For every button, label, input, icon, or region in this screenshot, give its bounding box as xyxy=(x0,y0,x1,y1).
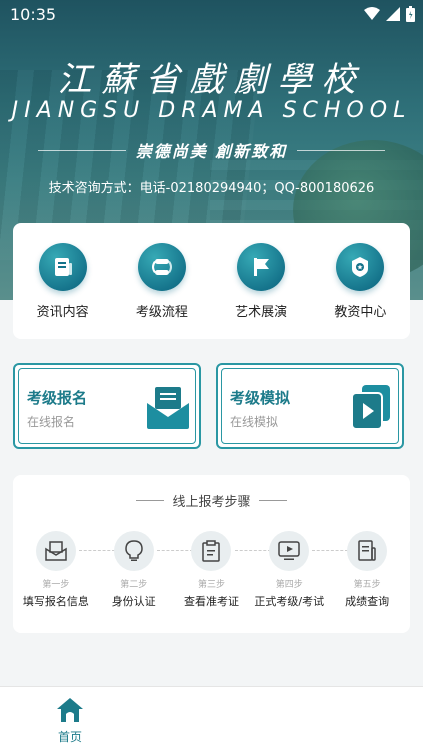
quick-item-label: 艺术展演 xyxy=(235,304,288,320)
divider xyxy=(136,500,165,501)
card-subtitle: 在线报名 xyxy=(27,415,76,429)
steps-title: 线上报考步骤 xyxy=(172,495,251,510)
contact-info: 技术咨询方式：电话-02180294940；QQ-800180626 xyxy=(48,181,375,196)
tab-label: 首页 xyxy=(57,730,82,744)
quick-item-news[interactable]: 资讯内容 xyxy=(23,242,103,320)
step-number: 第四步 xyxy=(275,580,303,590)
badge-icon xyxy=(336,242,385,291)
step-number: 第三步 xyxy=(197,580,225,590)
step-item: 第三步 查看准考证 xyxy=(173,531,271,609)
divider xyxy=(258,500,287,501)
step-number: 第二步 xyxy=(120,580,148,590)
step-item: 第四步 正式考级/考试 xyxy=(250,531,349,609)
play-screen-icon xyxy=(269,531,310,571)
step-label: 查看准考证 xyxy=(183,595,239,608)
school-name-cn: 江蘇省戲劇學校 xyxy=(57,60,366,100)
wifi-icon xyxy=(364,7,380,20)
quick-item-art-show[interactable]: 艺术展演 xyxy=(221,242,301,320)
form-mail-icon xyxy=(35,531,76,571)
home-icon xyxy=(57,698,83,722)
video-play-icon xyxy=(351,385,390,429)
divider xyxy=(297,149,386,151)
quick-item-label: 考级流程 xyxy=(135,304,188,320)
step-label: 身份认证 xyxy=(111,595,156,608)
quick-item-process[interactable]: 考级流程 xyxy=(122,242,202,320)
battery-icon xyxy=(406,6,415,22)
score-document-icon xyxy=(347,531,388,571)
quick-item-teacher-center[interactable]: 教资中心 xyxy=(320,242,400,320)
step-item: 第五步 成绩查询 xyxy=(328,531,406,609)
news-icon xyxy=(38,242,87,291)
card-title: 考级报名 xyxy=(27,389,88,407)
mail-icon xyxy=(147,387,189,429)
motto-row: 崇德尚美 創新致和 xyxy=(38,138,386,162)
school-motto: 崇德尚美 創新致和 xyxy=(135,142,288,161)
divider xyxy=(38,149,126,151)
step-label: 填写报名信息 xyxy=(22,595,89,608)
admission-ticket-icon xyxy=(191,531,232,571)
status-bar: 10:35 xyxy=(0,0,423,30)
step-label: 正式考级/考试 xyxy=(254,595,325,608)
register-card[interactable]: 考级报名 在线报名 xyxy=(13,363,201,449)
step-item: 第二步 身份认证 xyxy=(95,531,193,609)
status-time: 10:35 xyxy=(10,5,57,24)
exam-steps-panel: 线上报考步骤 第一步 填写报名信息 第二步 身份认证 第三步 查看准考证 第四步… xyxy=(13,475,410,633)
card-subtitle: 在线模拟 xyxy=(230,415,279,429)
quick-item-label: 资讯内容 xyxy=(36,304,89,320)
step-item: 第一步 填写报名信息 xyxy=(17,531,115,609)
school-name-en: JIANGSU DRAMA SCHOOL xyxy=(11,98,412,123)
card-title: 考级模拟 xyxy=(230,389,291,407)
quick-menu: 资讯内容 考级流程 艺术展演 教资中心 xyxy=(13,223,410,339)
bottom-tab-bar: 首页 xyxy=(0,686,423,753)
step-label: 成绩查询 xyxy=(345,595,390,608)
step-number: 第五步 xyxy=(353,580,381,590)
signal-icon xyxy=(386,7,400,21)
process-icon xyxy=(137,242,186,291)
lightbulb-icon xyxy=(113,531,154,571)
tab-home[interactable]: 首页 xyxy=(40,697,100,745)
step-number: 第一步 xyxy=(42,580,70,590)
quick-item-label: 教资中心 xyxy=(334,304,387,320)
mock-exam-card[interactable]: 考级模拟 在线模拟 xyxy=(216,363,404,449)
flag-icon xyxy=(237,242,286,291)
